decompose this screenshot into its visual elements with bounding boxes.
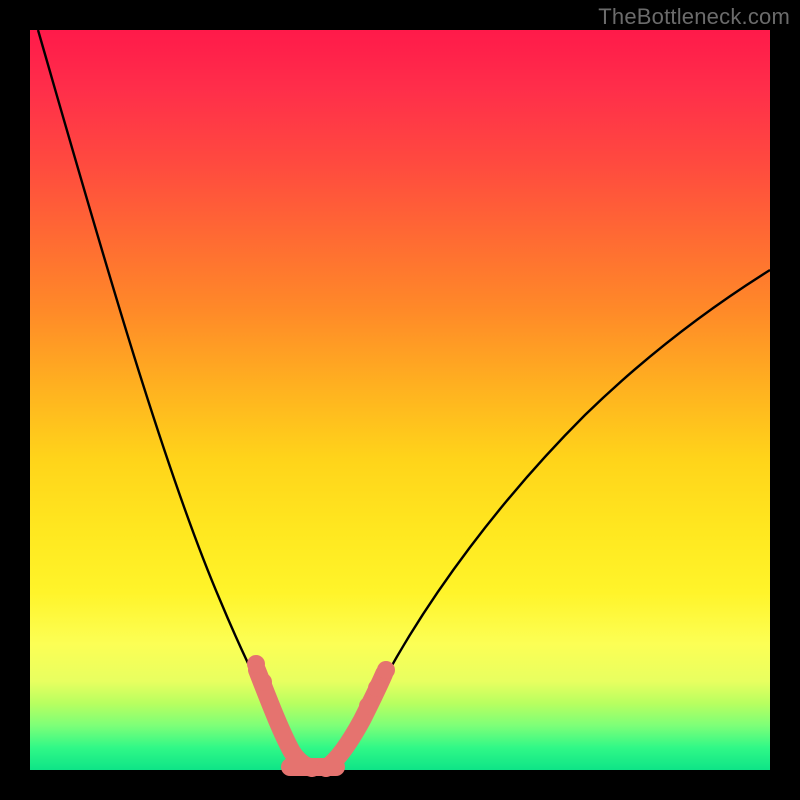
marker-dot xyxy=(247,655,265,673)
watermark-text: TheBottleneck.com xyxy=(598,4,790,30)
left-curve xyxy=(38,30,304,768)
chart-frame: TheBottleneck.com xyxy=(0,0,800,800)
marker-dot xyxy=(254,673,272,691)
marker-dot xyxy=(359,697,377,715)
right-curve xyxy=(330,270,770,768)
marker-dot xyxy=(368,679,386,697)
chart-svg xyxy=(30,30,770,770)
marker-dot xyxy=(377,661,395,679)
